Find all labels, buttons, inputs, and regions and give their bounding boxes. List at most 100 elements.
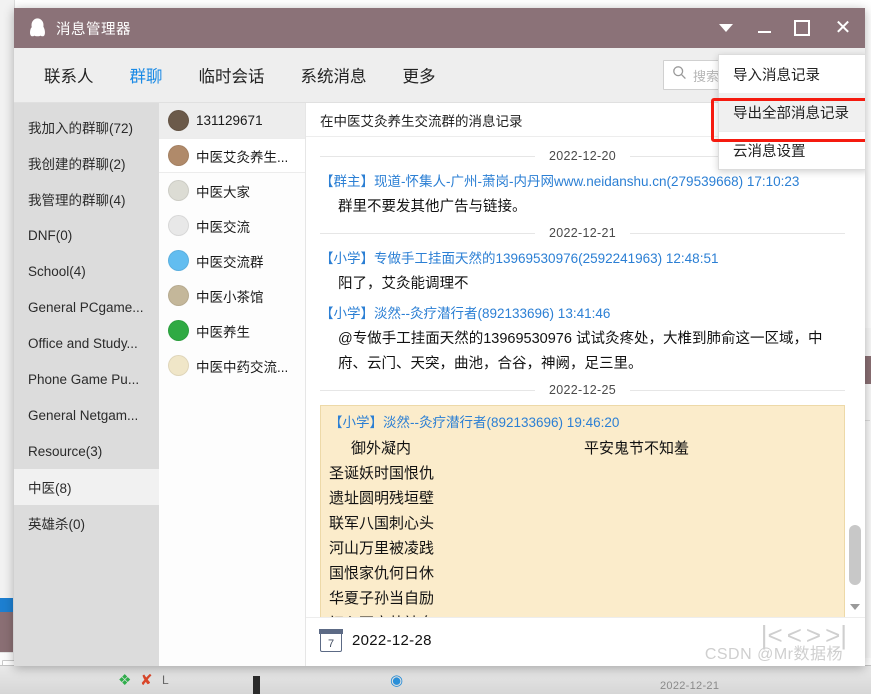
poem-line: 联军八国刺心头 xyxy=(329,515,435,532)
message-sender: 【群主】现道-怀集人-广州-萧岗-内丹网www.neidanshu.cn(279… xyxy=(320,174,800,189)
contact-label: 中医大家 xyxy=(196,184,250,200)
minimize-icon[interactable] xyxy=(745,8,783,48)
message-sender: 【小学】淡然--灸疗潜行者(892133696) 19:46:20 xyxy=(329,415,620,430)
menu-item-cloud-message-settings[interactable]: 云消息设置 xyxy=(719,131,865,169)
contact-label: 中医交流 xyxy=(196,219,250,235)
date-label: 2022-12-25 xyxy=(549,383,616,397)
background-date-label: 2022-12-21 xyxy=(660,680,720,692)
message-body: 阳了，艾灸能调理不 xyxy=(338,276,469,292)
penguin-icon xyxy=(26,17,48,39)
group-category-tcm[interactable]: 中医(8) xyxy=(14,469,159,505)
poem-line: 遗址圆明残垣壁 xyxy=(329,490,435,507)
poem-line: 圣诞妖时国恨仇 xyxy=(329,465,435,482)
avatar xyxy=(168,215,189,236)
message-manager-window: 消息管理器 ✕ 联系人 群聊 临时会话 系统消息 更多 搜索 我加入的群聊(72… xyxy=(14,8,865,666)
poem-left-column: 御外凝内 圣诞妖时国恨仇 遗址圆明残垣壁 联军八国刺心头 河山万里被凌践 国恨家… xyxy=(329,436,434,617)
tab-more[interactable]: 更多 xyxy=(403,63,436,87)
contact-label: 中医中药交流... xyxy=(196,359,289,375)
date-separator: 2022-12-25 xyxy=(320,383,846,397)
menu-item-export-all-messages[interactable]: 导出全部消息记录 xyxy=(719,93,865,131)
avatar xyxy=(168,250,189,271)
list-item[interactable]: 中医交流群 xyxy=(159,243,305,278)
taskbar: ❖ ✘ L ◉ 2022-12-21 xyxy=(0,665,871,694)
poem-line: 河山万里被凌践 xyxy=(329,540,435,557)
chat-panel: 在中医艾灸养生交流群的消息记录 2022-12-20 【群主】现道-怀集人-广州… xyxy=(306,103,865,666)
taskbar-icon-red[interactable]: ✘ xyxy=(140,673,153,688)
list-item[interactable]: 中医小茶馆 xyxy=(159,278,305,313)
tab-system-messages[interactable]: 系统消息 xyxy=(301,63,367,87)
group-category-general-pcgame[interactable]: General PCgame... xyxy=(14,289,159,325)
list-item[interactable]: 131129671 xyxy=(159,103,305,138)
chat-scroll-area[interactable]: 2022-12-20 【群主】现道-怀集人-广州-萧岗-内丹网www.neida… xyxy=(306,137,865,617)
contact-label: 中医艾灸养生... xyxy=(196,149,289,165)
calendar-icon[interactable]: 7 xyxy=(319,629,343,652)
menu-item-import-messages[interactable]: 导入消息记录 xyxy=(719,55,865,93)
avatar xyxy=(168,110,189,131)
close-icon[interactable]: ✕ xyxy=(821,8,865,48)
message-body: @专做手工挂面天然的13969530976 试试灸疼处，大椎到肺俞这一区域，中府… xyxy=(338,331,823,372)
window-menu-caret-icon[interactable] xyxy=(707,8,745,48)
contact-label: 中医小茶馆 xyxy=(196,289,264,305)
avatar xyxy=(168,320,189,341)
taskbar-icon-l[interactable]: L xyxy=(162,673,169,688)
date-label: 2022-12-20 xyxy=(549,149,616,163)
background-window-titlebar-sliver xyxy=(0,612,13,652)
screen: ▤ 搜 68 ❖ ✘ L ◉ 2022-12-21 消息管理器 ✕ xyxy=(0,0,871,694)
group-category-yingxiongsha[interactable]: 英雄杀(0) xyxy=(14,505,159,541)
tab-contacts[interactable]: 联系人 xyxy=(44,63,94,87)
window-controls: ✕ xyxy=(707,8,865,48)
avatar xyxy=(168,145,189,166)
group-category-resource[interactable]: Resource(3) xyxy=(14,433,159,469)
date-separator: 2022-12-21 xyxy=(320,226,846,240)
tab-temporary-session[interactable]: 临时会话 xyxy=(199,63,265,87)
poem-line: 华夏子孙当自励 xyxy=(329,590,435,607)
contact-label: 中医养生 xyxy=(196,324,250,340)
poem-columns: 御外凝内 圣诞妖时国恨仇 遗址圆明残垣壁 联军八国刺心头 河山万里被凌践 国恨家… xyxy=(329,436,834,617)
message-list: 2022-12-20 【群主】现道-怀集人-广州-萧岗-内丹网www.neida… xyxy=(306,149,865,617)
export-dropdown-menu: 导入消息记录 导出全部消息记录 云消息设置 xyxy=(718,54,865,170)
poem-line: 国恨家仇何日休 xyxy=(329,565,435,582)
group-category-phone-game[interactable]: Phone Game Pu... xyxy=(14,361,159,397)
contact-list: 131129671 中医艾灸养生... 中医大家 中医交流 中医交流群 中医小茶… xyxy=(159,103,306,666)
poem-line: 御外凝内 xyxy=(351,440,412,457)
chat-scrollbar[interactable] xyxy=(847,143,862,613)
list-item[interactable]: 中医养生 xyxy=(159,313,305,348)
list-item[interactable]: 中医交流 xyxy=(159,208,305,243)
group-category-managed[interactable]: 我管理的群聊(4) xyxy=(14,181,159,217)
poem-line: 平安鬼节不知羞 xyxy=(584,440,690,457)
search-placeholder: 搜索 xyxy=(693,68,720,84)
watermark: CSDN @Mr数据杨 xyxy=(704,646,843,663)
group-category-joined[interactable]: 我加入的群聊(72) xyxy=(14,109,159,145)
list-item[interactable]: 中医艾灸养生... xyxy=(159,138,305,173)
poem-right-column: 平安鬼节不知羞 xyxy=(584,436,689,617)
tab-group-chat[interactable]: 群聊 xyxy=(130,63,163,87)
chat-footer: 7 2022-12-28 |< < > >| CSDN @Mr数据杨 xyxy=(306,617,865,666)
taskbar-divider xyxy=(253,676,260,694)
taskbar-icon-green[interactable]: ❖ xyxy=(118,673,131,688)
maximize-icon[interactable] xyxy=(783,8,821,48)
window-title: 消息管理器 xyxy=(56,21,131,38)
scrollbar-thumb[interactable] xyxy=(849,525,861,585)
list-item[interactable]: 中医大家 xyxy=(159,173,305,208)
message-body: 群里不要发其他广告与链接。 xyxy=(338,199,527,215)
avatar xyxy=(168,285,189,306)
group-category-office-and-study[interactable]: Office and Study... xyxy=(14,325,159,361)
group-category-general-netgame[interactable]: General Netgam... xyxy=(14,397,159,433)
avatar xyxy=(168,180,189,201)
message-item: 【小学】专做手工挂面天然的13969530976(2592241963) 12:… xyxy=(320,248,845,297)
message-sender: 【小学】专做手工挂面天然的13969530976(2592241963) 12:… xyxy=(320,251,719,266)
background-window-left-strip xyxy=(0,0,15,694)
scroll-down-arrow-icon[interactable] xyxy=(849,601,861,613)
message-item: 【群主】现道-怀集人-广州-萧岗-内丹网www.neidanshu.cn(279… xyxy=(320,171,845,220)
highlighted-message-card[interactable]: 【小学】淡然--灸疗潜行者(892133696) 19:46:20 御外凝内 圣… xyxy=(320,405,845,617)
group-category-dnf[interactable]: DNF(0) xyxy=(14,217,159,253)
group-category-list: 我加入的群聊(72) 我创建的群聊(2) 我管理的群聊(4) DNF(0) Sc… xyxy=(14,103,159,666)
taskbar-icon-blue[interactable]: ◉ xyxy=(390,673,403,688)
list-item[interactable]: 中医中药交流... xyxy=(159,348,305,383)
window-body: 我加入的群聊(72) 我创建的群聊(2) 我管理的群聊(4) DNF(0) Sc… xyxy=(14,103,865,666)
group-category-school[interactable]: School(4) xyxy=(14,253,159,289)
title-bar: 消息管理器 ✕ xyxy=(14,8,865,48)
contact-label: 131129671 xyxy=(196,113,263,128)
group-category-created[interactable]: 我创建的群聊(2) xyxy=(14,145,159,181)
tab-list: 联系人 群聊 临时会话 系统消息 更多 xyxy=(44,48,436,102)
